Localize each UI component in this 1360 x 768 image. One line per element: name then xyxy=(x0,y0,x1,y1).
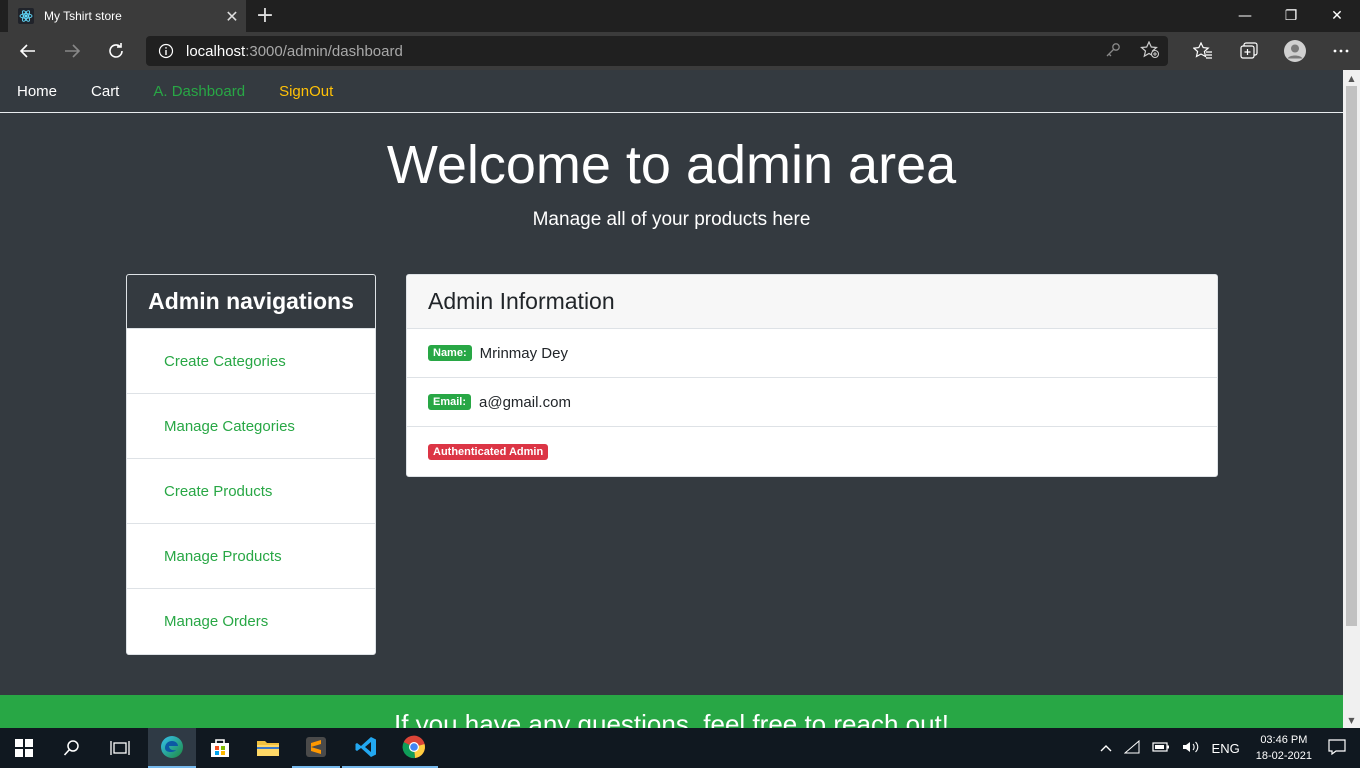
page-content: Home Cart A. Dashboard SignOut Welcome t… xyxy=(0,70,1343,728)
forward-arrow-icon[interactable] xyxy=(57,36,87,66)
sublime-text-icon[interactable] xyxy=(292,728,340,768)
admin-information-card: Admin Information Name: Mrinmay Dey Emai… xyxy=(406,274,1218,477)
email-badge: Email: xyxy=(428,394,472,410)
nav-signout-link[interactable]: SignOut xyxy=(279,83,333,100)
chevron-up-icon[interactable] xyxy=(1100,741,1112,756)
create-categories-link[interactable]: Create Categories xyxy=(127,329,375,394)
admin-email-row: Email: a@gmail.com xyxy=(407,378,1217,427)
scroll-down-arrow-icon[interactable]: ▼ xyxy=(1343,712,1360,728)
favorites-icon[interactable] xyxy=(1180,36,1226,66)
key-icon[interactable] xyxy=(1104,41,1122,63)
window-controls: — ❐ ✕ xyxy=(1222,0,1360,32)
browser-toolbar: localhost:3000/admin/dashboard xyxy=(0,32,1360,70)
name-badge: Name: xyxy=(428,345,472,361)
address-bar[interactable]: localhost:3000/admin/dashboard xyxy=(146,36,1168,66)
new-tab-icon[interactable]: + xyxy=(254,3,276,28)
restore-icon[interactable]: ❐ xyxy=(1268,0,1314,32)
language-indicator[interactable]: ENG xyxy=(1212,741,1240,756)
vscode-icon[interactable] xyxy=(342,728,390,768)
browser-tab-bar: My Tshirt store ✕ + — ❐ ✕ xyxy=(0,0,1360,32)
manage-categories-link[interactable]: Manage Categories xyxy=(127,394,375,459)
url-host: localhost xyxy=(186,42,246,60)
more-menu-icon[interactable] xyxy=(1318,36,1360,66)
windows-start-icon[interactable] xyxy=(0,728,48,768)
footer-text: If you have any questions, feel free to … xyxy=(393,709,949,728)
file-explorer-icon[interactable] xyxy=(244,728,292,768)
store-icon[interactable] xyxy=(196,728,244,768)
admin-navigation-card: Admin navigations Create Categories Mana… xyxy=(126,274,376,655)
nav-admin-dashboard-link[interactable]: A. Dashboard xyxy=(153,83,245,100)
network-icon[interactable] xyxy=(1123,739,1140,757)
footer-banner: If you have any questions, feel free to … xyxy=(0,695,1343,728)
chrome-icon[interactable] xyxy=(390,728,438,768)
admin-navigation-heading: Admin navigations xyxy=(127,275,375,329)
edge-browser-icon[interactable] xyxy=(148,728,196,768)
profile-avatar-icon[interactable] xyxy=(1272,36,1318,66)
add-favorite-icon[interactable] xyxy=(1140,40,1160,63)
clock-date: 18-02-2021 xyxy=(1255,750,1312,762)
close-window-icon[interactable]: ✕ xyxy=(1314,0,1360,32)
scroll-thumb[interactable] xyxy=(1346,86,1357,626)
admin-role-row: Authenticated Admin xyxy=(407,427,1217,476)
battery-icon[interactable] xyxy=(1151,741,1170,756)
authenticated-admin-badge: Authenticated Admin xyxy=(428,443,549,460)
site-info-icon[interactable] xyxy=(146,43,186,59)
admin-name-row: Name: Mrinmay Dey xyxy=(407,329,1217,378)
clock[interactable]: 03:46 PM 18-02-2021 xyxy=(1256,732,1312,764)
browser-tab[interactable]: My Tshirt store ✕ xyxy=(8,0,246,32)
system-tray: ENG 03:46 PM 18-02-2021 xyxy=(1094,728,1360,768)
nav-home-link[interactable]: Home xyxy=(17,83,57,100)
task-view-icon[interactable] xyxy=(96,728,144,768)
manage-products-link[interactable]: Manage Products xyxy=(127,524,375,589)
url-path: :3000/admin/dashboard xyxy=(245,42,403,60)
back-arrow-icon[interactable] xyxy=(13,36,43,66)
search-icon[interactable] xyxy=(48,728,96,768)
tab-title: My Tshirt store xyxy=(44,9,122,23)
manage-orders-link[interactable]: Manage Orders xyxy=(127,589,375,654)
react-icon xyxy=(18,8,34,24)
admin-information-heading: Admin Information xyxy=(407,275,1217,329)
site-navbar: Home Cart A. Dashboard SignOut xyxy=(0,70,1343,113)
admin-name-value: Mrinmay Dey xyxy=(479,344,568,362)
minimize-icon[interactable]: — xyxy=(1222,0,1268,32)
admin-email-value: a@gmail.com xyxy=(479,393,571,411)
scroll-up-arrow-icon[interactable]: ▲ xyxy=(1343,70,1360,86)
page-title: Welcome to admin area xyxy=(386,135,957,195)
notifications-icon[interactable] xyxy=(1328,738,1346,758)
refresh-icon[interactable] xyxy=(101,36,131,66)
windows-taskbar: ENG 03:46 PM 18-02-2021 xyxy=(0,728,1360,768)
tab-close-icon[interactable]: ✕ xyxy=(218,7,246,26)
page-scrollbar[interactable]: ▲ ▼ xyxy=(1343,70,1360,728)
collections-icon[interactable] xyxy=(1226,36,1272,66)
clock-time: 03:46 PM xyxy=(1260,734,1308,746)
volume-icon[interactable] xyxy=(1182,740,1200,757)
create-products-link[interactable]: Create Products xyxy=(127,459,375,524)
nav-cart-link[interactable]: Cart xyxy=(91,83,119,100)
page-subtitle: Manage all of your products here xyxy=(532,209,811,230)
